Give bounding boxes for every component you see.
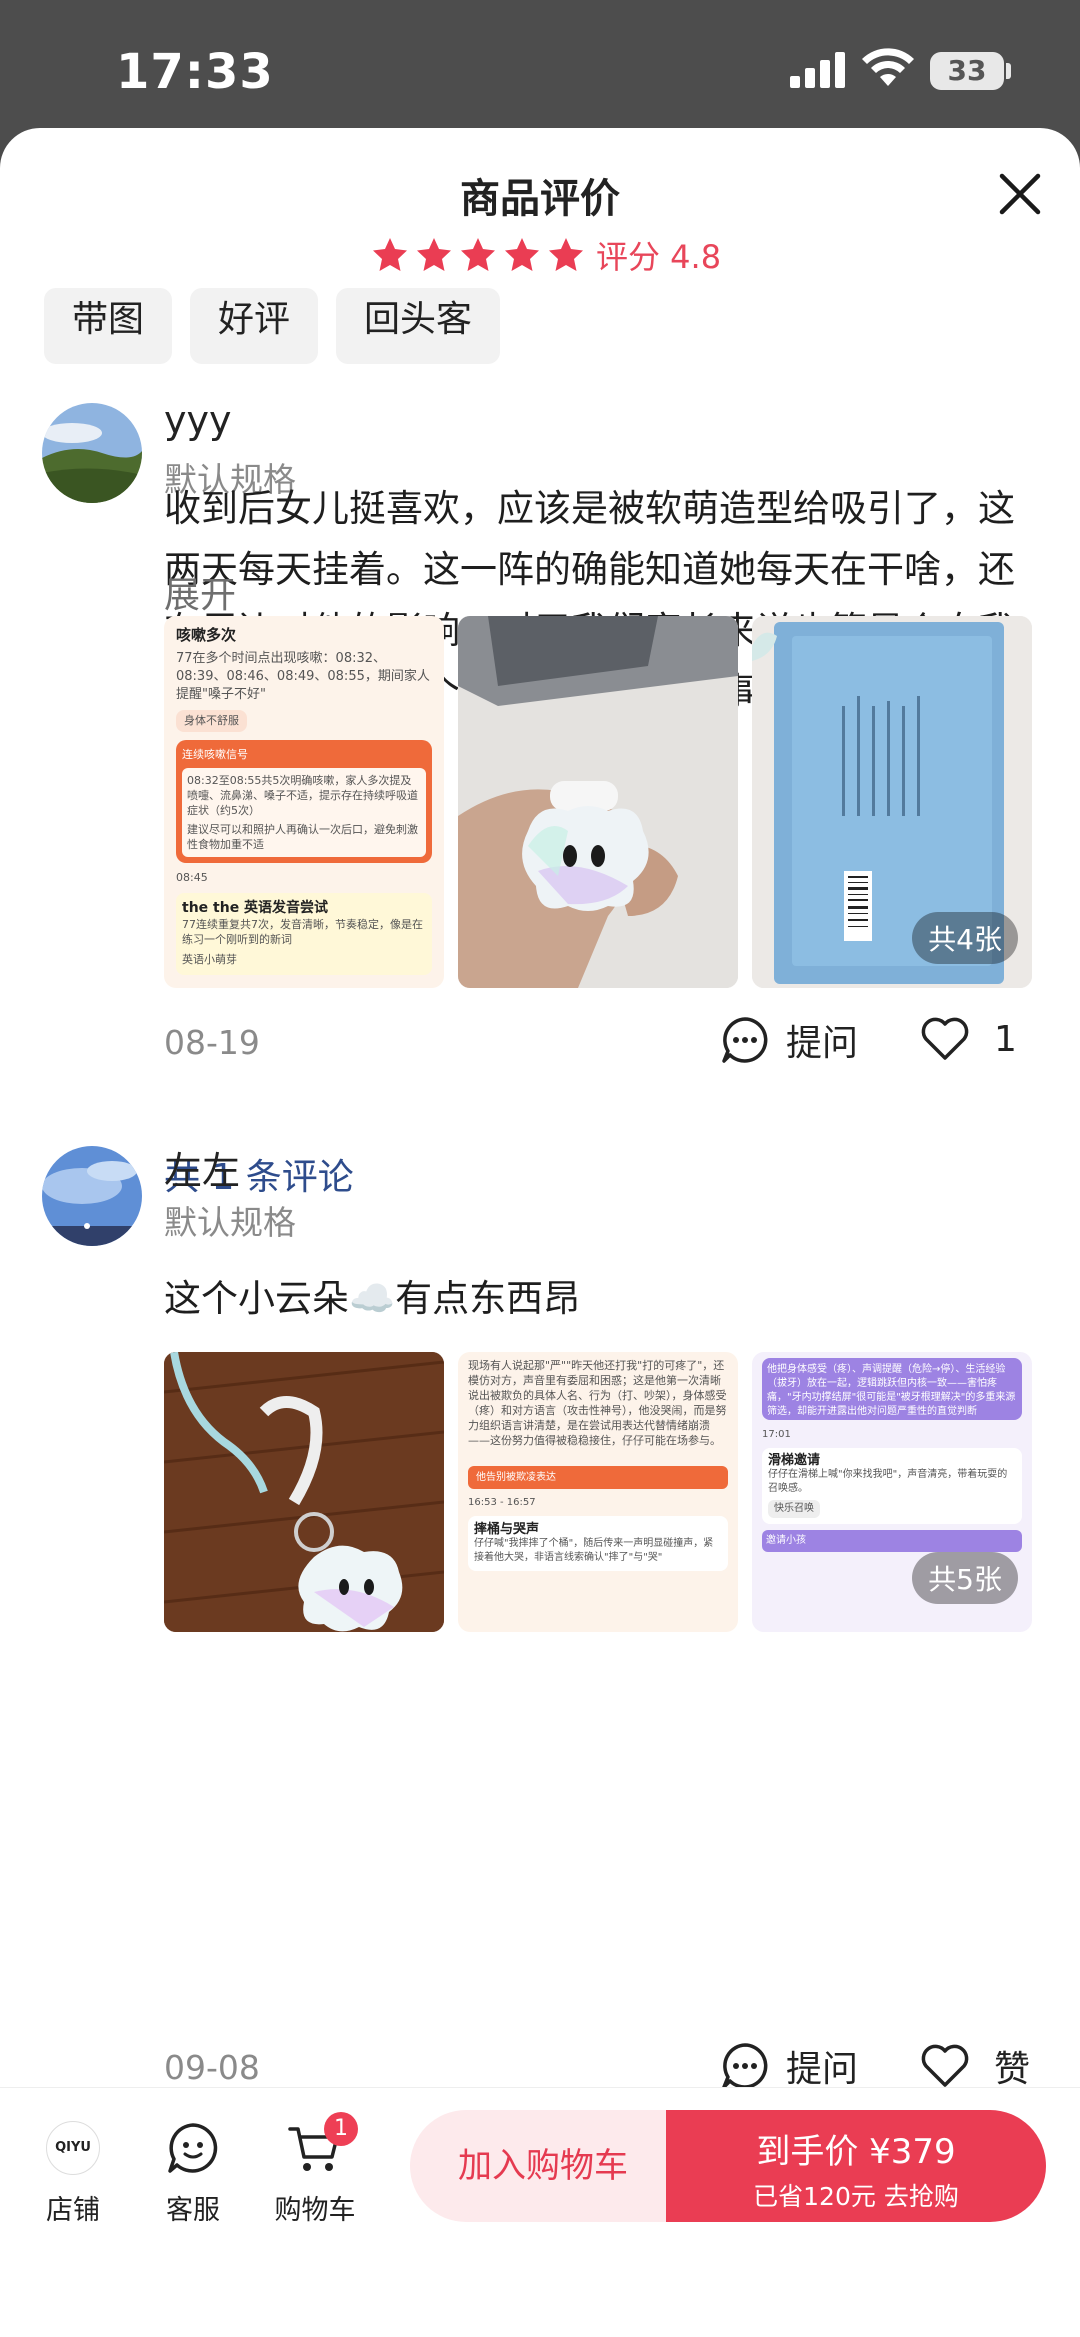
- review-date: 08-19: [164, 1023, 260, 1062]
- review-photos: 现场有人说起那"严""昨天他还打我"打的可疼了"，还模仿对方，声音里有委屈和困惑…: [164, 1352, 1032, 1632]
- review-photo[interactable]: [164, 1352, 444, 1632]
- photo-count-badge: 共5张: [912, 1552, 1018, 1604]
- star-icon: [549, 238, 583, 271]
- photo-time: 17:01: [762, 1429, 791, 1440]
- photo-tag: 快乐召唤: [768, 1500, 820, 1518]
- review-username: yyy: [164, 398, 232, 442]
- store-label: 店铺: [46, 2195, 100, 2226]
- ask-label: 提问: [786, 2049, 859, 2090]
- question-bubble-icon: [722, 1017, 768, 1063]
- signal-icon: [790, 52, 846, 88]
- photo-heading: 滑梯邀请: [768, 1453, 821, 1468]
- photo-detail: 77在多个时间点出现咳嗽：08:32、08:39、08:46、08:49、08:…: [176, 651, 430, 702]
- review-photo[interactable]: 现场有人说起那"严""昨天他还打我"打的可疼了"，还模仿对方，声音里有委屈和困惑…: [458, 1352, 738, 1632]
- photo-heading-2: the the 英语发音尝试: [182, 900, 329, 916]
- reviews-sheet: 商品评价 评分 4.8 带图 好评 回头客 yyy 默认规格 收到后女儿挺喜欢，…: [0, 128, 1080, 2337]
- photo-detail: 仔仔在滑梯上喊"你来找我吧"，声音清亮，带着玩耍的召唤感。: [768, 1469, 1008, 1494]
- rating-summary: 评分 4.8: [370, 232, 721, 278]
- savings-text: 已省120元 去抢购: [753, 2182, 959, 2211]
- photo-time: 16:53 - 16:57: [468, 1497, 536, 1508]
- alert-title: 连续咳嗽信号: [182, 748, 248, 761]
- battery-icon: 33: [930, 52, 1004, 90]
- like-label: 赞: [994, 2049, 1031, 2090]
- review-photo[interactable]: 咳嗽多次 77在多个时间点出现咳嗽：08:32、08:39、08:46、08:4…: [164, 616, 444, 988]
- heart-icon: [921, 2044, 969, 2087]
- rating-score: 评分 4.8: [596, 238, 722, 276]
- buy-now-button[interactable]: 到手价 ¥379 已省120元 去抢购: [666, 2110, 1046, 2222]
- star-icon: [505, 238, 539, 271]
- add-to-cart-button[interactable]: 加入购物车: [410, 2110, 676, 2222]
- question-bubble-icon: [722, 2043, 768, 2089]
- review-text: 这个小云朵☁️有点东西昂: [164, 1277, 581, 1320]
- expand-link[interactable]: 展开: [164, 566, 236, 618]
- photo-detail: 仔仔喊"我摔摔了个桶"，随后传来一声明显碰撞声，紧接着他大哭，非语言线索确认"摔…: [474, 1538, 714, 1563]
- photo-footer: 邀请小孩: [762, 1530, 1022, 1552]
- store-button[interactable]: QIYU 店铺: [18, 2118, 128, 2227]
- review-username: 左左: [164, 1149, 241, 1193]
- photo-count-badge: 共4张: [912, 912, 1018, 964]
- review-photo[interactable]: 共4张: [752, 616, 1032, 988]
- review-photos: 咳嗽多次 77在多个时间点出现咳嗽：08:32、08:39、08:46、08:4…: [164, 616, 1032, 988]
- ask-button[interactable]: 提问: [720, 1014, 858, 1066]
- photo-heading: 咳嗽多次: [176, 626, 237, 644]
- review-photo[interactable]: [458, 616, 738, 988]
- cart-label: 购物车: [274, 2195, 356, 2226]
- filter-tag-returning[interactable]: 回头客: [336, 288, 501, 364]
- photo-time: 08:45: [176, 871, 208, 884]
- alert-text: 08:32至08:55共5次明确咳嗽，家人多次提及喷嚏、流鼻涕、嗓子不适，提示存…: [187, 774, 418, 817]
- bottom-action-bar: QIYU 店铺 客服 1 购物车 加入购物车 到手价 ¥379 已省120元 去…: [0, 2087, 1080, 2337]
- photo-text: 现场有人说起那"严""昨天他还打我"打的可疼了"，还模仿对方，声音里有委屈和困惑…: [468, 1359, 727, 1447]
- service-button[interactable]: 客服: [138, 2118, 248, 2227]
- customer-service-icon: [168, 2123, 218, 2173]
- filter-tag-positive[interactable]: 好评: [190, 288, 319, 364]
- star-icon: [373, 238, 407, 271]
- cart-button[interactable]: 1 购物车: [260, 2112, 370, 2227]
- filter-tag-with-photos[interactable]: 带图: [44, 288, 173, 364]
- photo-detail-2: 77连续重复共7次，发音清晰，节奏稳定，像是在练习一个刚听到的新词: [182, 918, 423, 946]
- star-icon: [417, 238, 451, 271]
- review-photo[interactable]: 他把身体感受（疼）、声调提醒（危险→停）、生活经验（拔牙）放在一起，逻辑跳跃但内…: [752, 1352, 1032, 1632]
- star-icon: [461, 238, 495, 271]
- photo-tag: 身体不舒服: [176, 710, 247, 732]
- close-icon[interactable]: [994, 168, 1046, 220]
- cart-badge: 1: [324, 2112, 358, 2146]
- like-button[interactable]: 1: [920, 1014, 1017, 1064]
- page-title: 商品评价: [460, 176, 620, 222]
- avatar[interactable]: [42, 403, 142, 503]
- status-time: 17:33: [116, 44, 274, 100]
- service-label: 客服: [166, 2195, 220, 2226]
- alert-tip: 建议尽可以和照护人再确认一次后口，避免刺激性食物加重不适: [187, 823, 418, 851]
- wifi-icon: [862, 48, 914, 86]
- rating-stars: [370, 235, 586, 275]
- photo-heading: 摔桶与哭声: [474, 1522, 540, 1537]
- heart-icon: [921, 1017, 969, 1060]
- final-price: 到手价 ¥379: [756, 2132, 956, 2172]
- review-spec: 默认规格: [164, 1203, 296, 1242]
- store-logo-icon: QIYU: [46, 2121, 100, 2175]
- photo-tag-2: 英语小萌芽: [182, 953, 237, 966]
- status-bar: 17:33 33: [0, 0, 1080, 140]
- filter-tags: 带图 好评 回头客: [44, 288, 501, 364]
- battery-tip: [1006, 63, 1011, 79]
- like-button[interactable]: 赞: [920, 2040, 1030, 2092]
- ask-label: 提问: [786, 1023, 859, 1064]
- like-count: 1: [994, 1018, 1017, 1060]
- review-date: 09-08: [164, 2048, 260, 2087]
- photo-text: 他把身体感受（疼）、声调提醒（危险→停）、生活经验（拔牙）放在一起，逻辑跳跃但内…: [762, 1358, 1022, 1420]
- photo-button: 他告别被欺凌表达: [468, 1466, 728, 1489]
- avatar[interactable]: [42, 1146, 142, 1246]
- ask-button[interactable]: 提问: [720, 2040, 858, 2092]
